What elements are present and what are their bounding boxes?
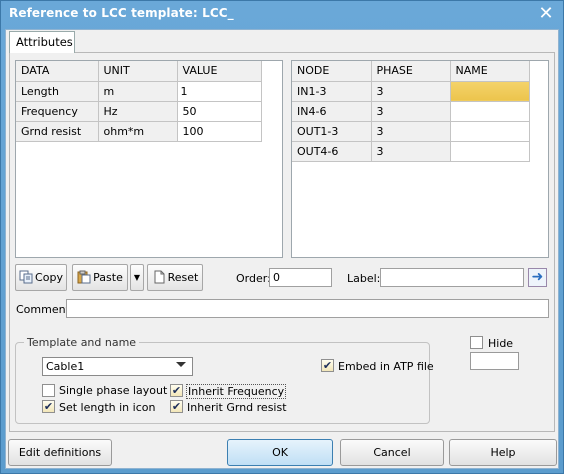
comment-input[interactable] — [66, 299, 549, 318]
name-cell[interactable] — [450, 121, 530, 142]
table-row: Frequency Hz 50 — [16, 101, 262, 122]
data-grid-header: DATA UNIT VALUE — [16, 61, 262, 82]
value-cell[interactable]: 100 — [177, 121, 262, 142]
cancel-button[interactable]: Cancel — [340, 439, 444, 466]
node-cell: OUT4-6 — [292, 141, 372, 162]
table-row: OUT4-6 3 — [292, 141, 530, 162]
value-cell-editing[interactable]: 1 — [177, 81, 262, 102]
comment-label: Comment: — [16, 303, 74, 316]
node-cell: OUT1-3 — [292, 121, 372, 142]
copy-button[interactable]: Copy — [15, 264, 67, 291]
node-cell: IN1-3 — [292, 81, 372, 102]
inherit-grnd-label: Inherit Grnd resist — [187, 401, 287, 414]
inherit-frequency-label: Inherit Frequency — [186, 384, 287, 399]
hide-value-box[interactable] — [470, 352, 519, 370]
close-icon[interactable]: ✕ — [535, 3, 557, 25]
data-cell: Frequency — [16, 101, 99, 122]
checkmark-icon: ✔ — [171, 384, 182, 397]
template-select[interactable]: Cable1 — [42, 357, 193, 376]
column-header-phase: PHASE — [371, 61, 451, 82]
reset-icon — [152, 268, 166, 284]
single-phase-label: Single phase layout — [59, 384, 168, 397]
unit-cell: Hz — [98, 101, 178, 122]
inherit-frequency-checkbox[interactable]: ✔ — [170, 384, 183, 397]
data-cell: Grnd resist — [16, 121, 99, 142]
label-input[interactable] — [380, 268, 524, 287]
chevron-down-icon: ▼ — [133, 273, 141, 282]
order-input[interactable]: 0 — [269, 268, 332, 287]
set-length-checkbox[interactable]: ✔ — [42, 400, 55, 413]
order-label: Order: — [236, 272, 271, 285]
reset-label: Reset — [167, 271, 199, 284]
checkmark-icon: ✔ — [43, 400, 54, 413]
node-grid[interactable]: NODE PHASE NAME IN1-3 3 IN4-6 3 OUT1-3 3… — [291, 60, 549, 258]
unit-cell: ohm*m — [98, 121, 178, 142]
column-header-unit: UNIT — [98, 61, 178, 82]
name-cell[interactable] — [450, 101, 530, 122]
phase-cell: 3 — [371, 121, 451, 142]
ok-button[interactable]: OK — [227, 439, 333, 466]
arrow-right-icon[interactable]: ➜ — [528, 268, 547, 287]
edit-definitions-button[interactable]: Edit definitions — [8, 439, 112, 466]
copy-label: Copy — [35, 271, 63, 284]
phase-cell: 3 — [371, 81, 451, 102]
inherit-grnd-checkbox[interactable]: ✔ — [170, 400, 183, 413]
template-group-legend: Template and name — [24, 336, 140, 349]
column-header-name: NAME — [450, 61, 530, 82]
node-cell: IN4-6 — [292, 101, 372, 122]
table-row: IN4-6 3 — [292, 101, 530, 122]
column-header-value: VALUE — [177, 61, 262, 82]
paste-icon — [77, 268, 91, 284]
phase-cell: 3 — [371, 101, 451, 122]
checkmark-icon: ✔ — [171, 400, 182, 413]
embed-atp-label: Embed in ATP file — [338, 360, 434, 373]
template-select-value: Cable1 — [46, 360, 85, 373]
copy-icon — [19, 268, 33, 284]
window-title: Reference to LCC template: LCC_ — [9, 6, 234, 20]
table-row: IN1-3 3 — [292, 81, 530, 102]
chevron-down-icon[interactable] — [176, 362, 186, 367]
table-row: Length m 1 — [16, 81, 262, 102]
column-header-node: NODE — [292, 61, 372, 82]
paste-label: Paste — [93, 271, 123, 284]
help-button[interactable]: Help — [449, 439, 557, 466]
set-length-label: Set length in icon — [59, 401, 156, 414]
hide-label: Hide — [488, 337, 514, 350]
data-grid[interactable]: DATA UNIT VALUE Length m 1 Frequency Hz … — [15, 60, 283, 258]
reset-button[interactable]: Reset — [147, 264, 203, 291]
node-grid-header: NODE PHASE NAME — [292, 61, 530, 82]
name-cell[interactable] — [450, 141, 530, 162]
checkmark-icon: ✔ — [322, 359, 333, 372]
paste-button[interactable]: Paste — [72, 264, 128, 291]
paste-dropdown-button[interactable]: ▼ — [130, 264, 144, 291]
name-cell-selected[interactable] — [450, 81, 530, 102]
column-header-data: DATA — [16, 61, 99, 82]
data-cell: Length — [16, 81, 99, 102]
label-label: Label: — [347, 272, 381, 285]
unit-cell: m — [98, 81, 178, 102]
table-row: OUT1-3 3 — [292, 121, 530, 142]
table-row: Grnd resist ohm*m 100 — [16, 121, 262, 142]
value-cell[interactable]: 50 — [177, 101, 262, 122]
embed-atp-checkbox[interactable]: ✔ — [321, 359, 334, 372]
hide-checkbox[interactable] — [470, 336, 483, 349]
single-phase-checkbox[interactable] — [42, 384, 55, 397]
phase-cell: 3 — [371, 141, 451, 162]
tab-attributes[interactable]: Attributes — [9, 31, 75, 53]
